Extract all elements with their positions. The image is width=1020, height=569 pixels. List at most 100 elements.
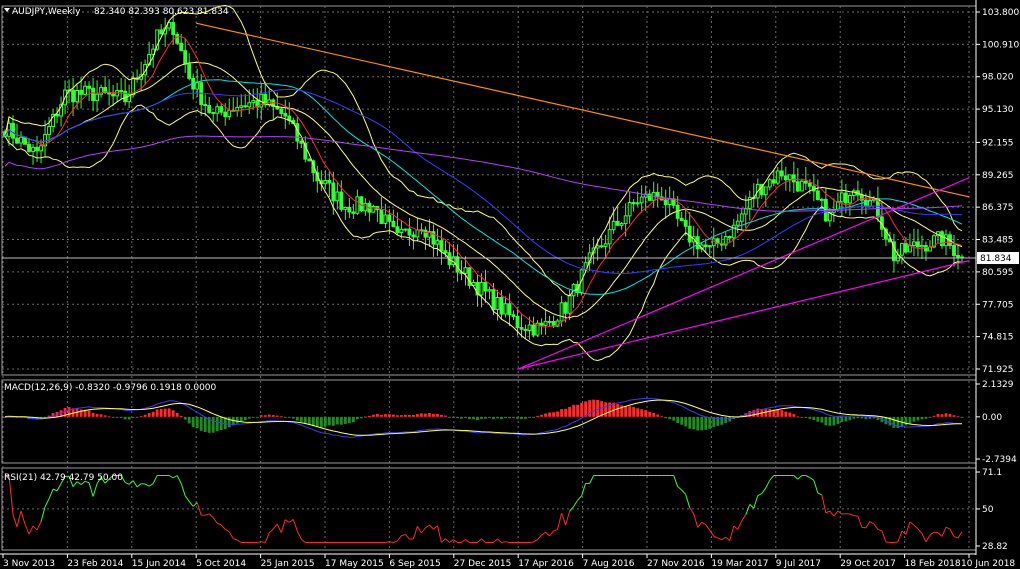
candle[interactable]	[203, 104, 208, 107]
candle[interactable]	[771, 179, 776, 184]
candle[interactable]	[627, 202, 632, 217]
candle[interactable]	[95, 93, 100, 102]
candle[interactable]	[607, 229, 612, 245]
candle[interactable]	[920, 245, 924, 248]
candle[interactable]	[423, 229, 428, 238]
candle[interactable]	[523, 328, 528, 331]
candle[interactable]	[227, 109, 232, 118]
candle[interactable]	[803, 180, 808, 184]
candle[interactable]	[239, 105, 244, 108]
candle[interactable]	[843, 192, 848, 204]
candle[interactable]	[667, 198, 672, 205]
candle[interactable]	[351, 211, 356, 214]
candle[interactable]	[912, 241, 916, 247]
candle[interactable]	[175, 33, 180, 44]
candle[interactable]	[527, 324, 532, 331]
candle[interactable]	[247, 102, 252, 108]
candle[interactable]	[183, 50, 188, 65]
candle[interactable]	[567, 295, 572, 314]
candle[interactable]	[599, 245, 604, 248]
candle[interactable]	[639, 196, 644, 204]
candle[interactable]	[123, 90, 128, 103]
candle[interactable]	[507, 303, 512, 316]
candle[interactable]	[399, 228, 404, 233]
candle[interactable]	[707, 245, 712, 248]
candle[interactable]	[111, 93, 116, 97]
candle[interactable]	[519, 327, 524, 330]
candle[interactable]	[363, 202, 368, 212]
candle[interactable]	[187, 63, 192, 79]
candle[interactable]	[687, 225, 692, 243]
candle[interactable]	[483, 281, 488, 292]
candle[interactable]	[904, 243, 908, 253]
candle[interactable]	[623, 215, 628, 225]
candle[interactable]	[539, 322, 544, 326]
candle[interactable]	[543, 320, 548, 326]
candle[interactable]	[119, 90, 124, 93]
candle[interactable]	[15, 137, 19, 144]
candle[interactable]	[343, 206, 348, 210]
candle[interactable]	[763, 186, 768, 196]
candle[interactable]	[635, 202, 640, 205]
candle[interactable]	[611, 220, 616, 231]
candle[interactable]	[47, 126, 51, 135]
candle[interactable]	[395, 226, 400, 233]
candle[interactable]	[71, 89, 75, 103]
candle[interactable]	[863, 199, 868, 207]
candle[interactable]	[783, 175, 788, 181]
candle[interactable]	[327, 179, 332, 184]
candle[interactable]	[956, 254, 960, 258]
candle[interactable]	[235, 106, 240, 112]
candle[interactable]	[511, 314, 516, 317]
candle[interactable]	[819, 198, 824, 201]
candle[interactable]	[83, 85, 88, 95]
candle[interactable]	[331, 182, 336, 202]
candle[interactable]	[391, 220, 396, 228]
candle[interactable]	[79, 89, 84, 95]
candle[interactable]	[87, 85, 92, 89]
candle[interactable]	[195, 82, 200, 90]
candle[interactable]	[243, 105, 248, 108]
candle[interactable]	[323, 179, 328, 185]
candle[interactable]	[75, 89, 79, 103]
candle[interactable]	[735, 220, 740, 226]
candle[interactable]	[211, 111, 216, 114]
candle[interactable]	[383, 214, 388, 224]
candle[interactable]	[215, 106, 220, 114]
candle[interactable]	[179, 42, 184, 52]
candle[interactable]	[515, 315, 520, 329]
candle[interactable]	[739, 213, 744, 222]
candle[interactable]	[615, 220, 620, 226]
candle[interactable]	[443, 250, 448, 254]
candle[interactable]	[495, 297, 500, 311]
candle[interactable]	[279, 108, 284, 114]
candle[interactable]	[727, 236, 732, 239]
candle[interactable]	[487, 289, 492, 292]
candle[interactable]	[767, 179, 772, 188]
candle[interactable]	[479, 281, 484, 296]
candle[interactable]	[463, 267, 468, 274]
candle[interactable]	[655, 191, 660, 198]
candle[interactable]	[251, 100, 256, 104]
candle[interactable]	[795, 181, 800, 192]
candle[interactable]	[952, 244, 956, 256]
candle[interactable]	[35, 146, 39, 152]
candle[interactable]	[799, 180, 804, 192]
candle[interactable]	[839, 192, 844, 203]
candle[interactable]	[299, 140, 304, 144]
candle[interactable]	[411, 234, 416, 238]
candle[interactable]	[219, 106, 224, 113]
candle[interactable]	[407, 228, 412, 236]
candle[interactable]	[563, 302, 568, 314]
candle[interactable]	[347, 206, 352, 213]
candle[interactable]	[415, 229, 420, 238]
candle[interactable]	[787, 174, 792, 181]
candle[interactable]	[355, 196, 360, 214]
candle[interactable]	[547, 320, 552, 323]
candle[interactable]	[499, 297, 504, 315]
candle[interactable]	[779, 170, 784, 177]
candle[interactable]	[379, 209, 384, 224]
candle[interactable]	[631, 202, 636, 205]
candle[interactable]	[731, 224, 736, 239]
candle[interactable]	[916, 241, 920, 248]
